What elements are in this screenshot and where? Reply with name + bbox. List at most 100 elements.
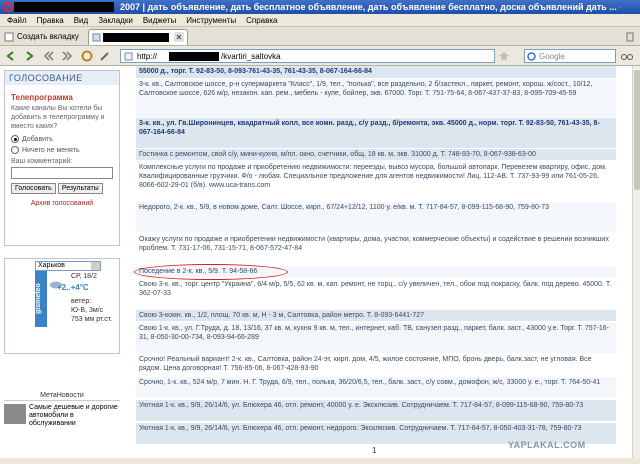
- opera-logo-icon: [3, 2, 13, 12]
- watermark: YAPLAKAL.COM: [508, 440, 586, 450]
- weather-temp: +2..+4°C: [57, 283, 89, 292]
- listing-text: Окажу услуги по продаже и приобретении н…: [139, 236, 609, 252]
- rewind-icon[interactable]: [42, 49, 56, 63]
- redacted-block: [169, 52, 219, 61]
- weather-widget: Харьков gismeteo СР, 18/2 +2..+4°C ветер…: [4, 258, 120, 354]
- news-link[interactable]: Самые дешевые и дорогие автомобили в обс…: [29, 404, 120, 428]
- status-bar: [0, 458, 640, 464]
- address-toolbar: http:// /kvartiri_saltovka Google: [0, 46, 640, 66]
- trash-icon[interactable]: [624, 30, 636, 42]
- listing-text: Свою 3-комн. кв., 1/2, площ. 70 кв. м, Н…: [139, 312, 425, 319]
- forward-icon[interactable]: [22, 49, 36, 63]
- poll-widget: ГОЛОСОВАНИЕ Телепрограмма Какие каналы В…: [4, 70, 120, 246]
- tab-bar: Создать вкладку: [0, 27, 640, 46]
- weather-date: СР, 18/2: [71, 273, 97, 280]
- news-header: МетаНовости: [4, 392, 120, 401]
- listing-row: Гостинка с ремонтом, свой с/у, мини-кухн…: [136, 149, 616, 160]
- address-input[interactable]: http:// /kvartiri_saltovka: [120, 49, 495, 63]
- listing-text: Недорого, 2-к. кв., 5/9, в новом доме, С…: [139, 204, 549, 211]
- pressure-value: 753 мм рт.ст.: [71, 316, 113, 323]
- weather-details: ветер: Ю-В, 3м/с 753 мм рт.ст.: [71, 297, 112, 324]
- archive-link[interactable]: Архив голосований: [5, 200, 119, 207]
- listing-row: Срочно, 1-к. кв., 524 м/р, 7 мин. Н. Г. …: [136, 377, 616, 398]
- wind-value: Ю-В, 3м/с: [71, 307, 104, 314]
- listing-row: Уютная 1-к. кв., 9/9, 26/14/6, ул. Блюхе…: [136, 400, 616, 421]
- listing-row: Окажу услуги по продаже и приобретении н…: [136, 234, 616, 264]
- page-content: ГОЛОСОВАНИЕ Телепрограмма Какие каналы В…: [0, 66, 632, 458]
- new-tab-label: Создать вкладку: [17, 32, 79, 41]
- url-prefix: http://: [137, 52, 158, 61]
- left-sidebar: ГОЛОСОВАНИЕ Телепрограмма Какие каналы В…: [4, 66, 120, 458]
- poll-option-none[interactable]: Ничего не менять: [11, 146, 113, 154]
- city-select[interactable]: Харьков: [35, 261, 101, 271]
- pager-page[interactable]: 1: [372, 446, 376, 455]
- poll-option-label: Ничего не менять: [22, 146, 80, 154]
- listing-text: 3-к. кв., ул. Гв.Широнинцев, квадратный …: [139, 120, 600, 136]
- menu-file[interactable]: Файл: [2, 14, 32, 26]
- listing-row: 3-к. кв., ул. Гв.Широнинцев, квадратный …: [136, 118, 616, 148]
- comment-label: Ваш комментарий:: [11, 158, 73, 165]
- google-icon: [527, 52, 536, 61]
- results-button[interactable]: Результаты: [57, 183, 103, 194]
- window-title: 2007 | дать объявление, дать бесплатное …: [120, 2, 620, 12]
- edit-icon[interactable]: [98, 49, 112, 63]
- menu-bar: Файл Правка Вид Закладки Виджеты Инструм…: [0, 14, 640, 27]
- listing-text: Срочно! Реальный вариант! 2-к. кв., Салт…: [139, 356, 592, 372]
- wind-label: ветер:: [71, 298, 92, 305]
- listing-row: Недорого, 2-к. кв., 5/9, в новом доме, С…: [136, 202, 616, 232]
- listing-text: 3-к. кв., Салтовское шоссе, р-н супермар…: [139, 81, 593, 97]
- listing-text: Срочно, 1-к. кв., 524 м/р, 7 мин. Н. Г. …: [139, 379, 601, 386]
- close-tab-icon[interactable]: [174, 32, 184, 42]
- search-placeholder: Google: [539, 52, 565, 61]
- poll-option-add[interactable]: Добавить: [11, 135, 113, 143]
- fast-forward-icon[interactable]: [60, 49, 74, 63]
- vote-button[interactable]: Голосовать: [11, 183, 56, 194]
- url-path: /kvartiri_saltovka: [221, 52, 281, 61]
- listing-text: Свою 1-к. кв., ул. Г.Труда, д. 18, 13/16…: [139, 325, 609, 341]
- back-icon[interactable]: [4, 49, 18, 63]
- listing-text: Гостинка с ремонтом, свой с/у, мини-кухн…: [139, 151, 536, 158]
- menu-help[interactable]: Справка: [241, 14, 282, 26]
- listing-text: Уютная 1-к. кв., 9/9, 26/14/6, ул. Блюхе…: [139, 402, 584, 409]
- listings: 55000 д., торг. Т. 92-83-50, 8-093-761-4…: [134, 66, 616, 458]
- page-icon: [92, 33, 101, 42]
- menu-view[interactable]: Вид: [69, 14, 93, 26]
- redacted-block: [103, 33, 169, 42]
- search-input[interactable]: Google: [524, 49, 616, 63]
- listing-row: Свою 3-к. кв., торг. центр "Украина", 6/…: [136, 279, 616, 309]
- star-icon[interactable]: [497, 49, 511, 63]
- poll-question: Какие каналы Вы хотели бы добавить в тел…: [11, 105, 105, 130]
- poll-header: ГОЛОСОВАНИЕ: [5, 71, 119, 85]
- listing-text: Свою 3-к. кв., торг. центр "Украина", 6/…: [139, 281, 612, 297]
- vertical-scrollbar[interactable]: [632, 66, 640, 458]
- menu-bookmarks[interactable]: Закладки: [93, 14, 138, 26]
- news-item[interactable]: Самые дешевые и дорогие автомобили в обс…: [4, 404, 120, 428]
- gismeteo-logo: gismeteo: [35, 271, 47, 327]
- menu-widgets[interactable]: Виджеты: [138, 14, 181, 26]
- listing-text: Комплексные услуги по продаже и приобрет…: [139, 164, 607, 189]
- page-icon: [124, 52, 133, 61]
- menu-tools[interactable]: Инструменты: [181, 14, 241, 26]
- chevron-down-icon[interactable]: [91, 262, 100, 270]
- listing-text: Уютная 1-к. кв., 9/9, 26/14/6, ул. Блюхе…: [139, 425, 582, 432]
- comment-field[interactable]: [11, 167, 113, 179]
- radio-selected[interactable]: [11, 135, 19, 143]
- reload-icon[interactable]: [80, 49, 94, 63]
- scrollbar-thumb[interactable]: [634, 70, 640, 190]
- radio-unselected[interactable]: [11, 146, 19, 154]
- menu-edit[interactable]: Правка: [32, 14, 69, 26]
- tab-active[interactable]: [88, 29, 188, 45]
- news-thumbnail: [4, 404, 26, 424]
- listing-row: Свою 3-комн. кв., 1/2, площ. 70 кв. м, Н…: [136, 310, 616, 321]
- listing-row: Комплексные услуги по продаже и приобрет…: [136, 162, 616, 200]
- highlight-oval: [134, 264, 288, 280]
- new-tab-button[interactable]: Создать вкладку: [4, 30, 79, 43]
- new-tab-icon: [4, 32, 14, 41]
- listing-row: 55000 д., торг. Т. 92-83-50, 8-093-761-4…: [136, 66, 616, 78]
- listing-row: 3-к. кв., Салтовское шоссе, р-н супермар…: [136, 79, 616, 117]
- city-value: Харьков: [38, 262, 65, 269]
- redacted-block: [14, 2, 114, 12]
- listing-text: 55000 д., торг. Т. 92-83-50, 8-093-761-4…: [139, 68, 372, 75]
- news-widget: МетаНовости Самые дешевые и дорогие авто…: [4, 392, 120, 458]
- reading-glasses-icon[interactable]: [620, 49, 634, 63]
